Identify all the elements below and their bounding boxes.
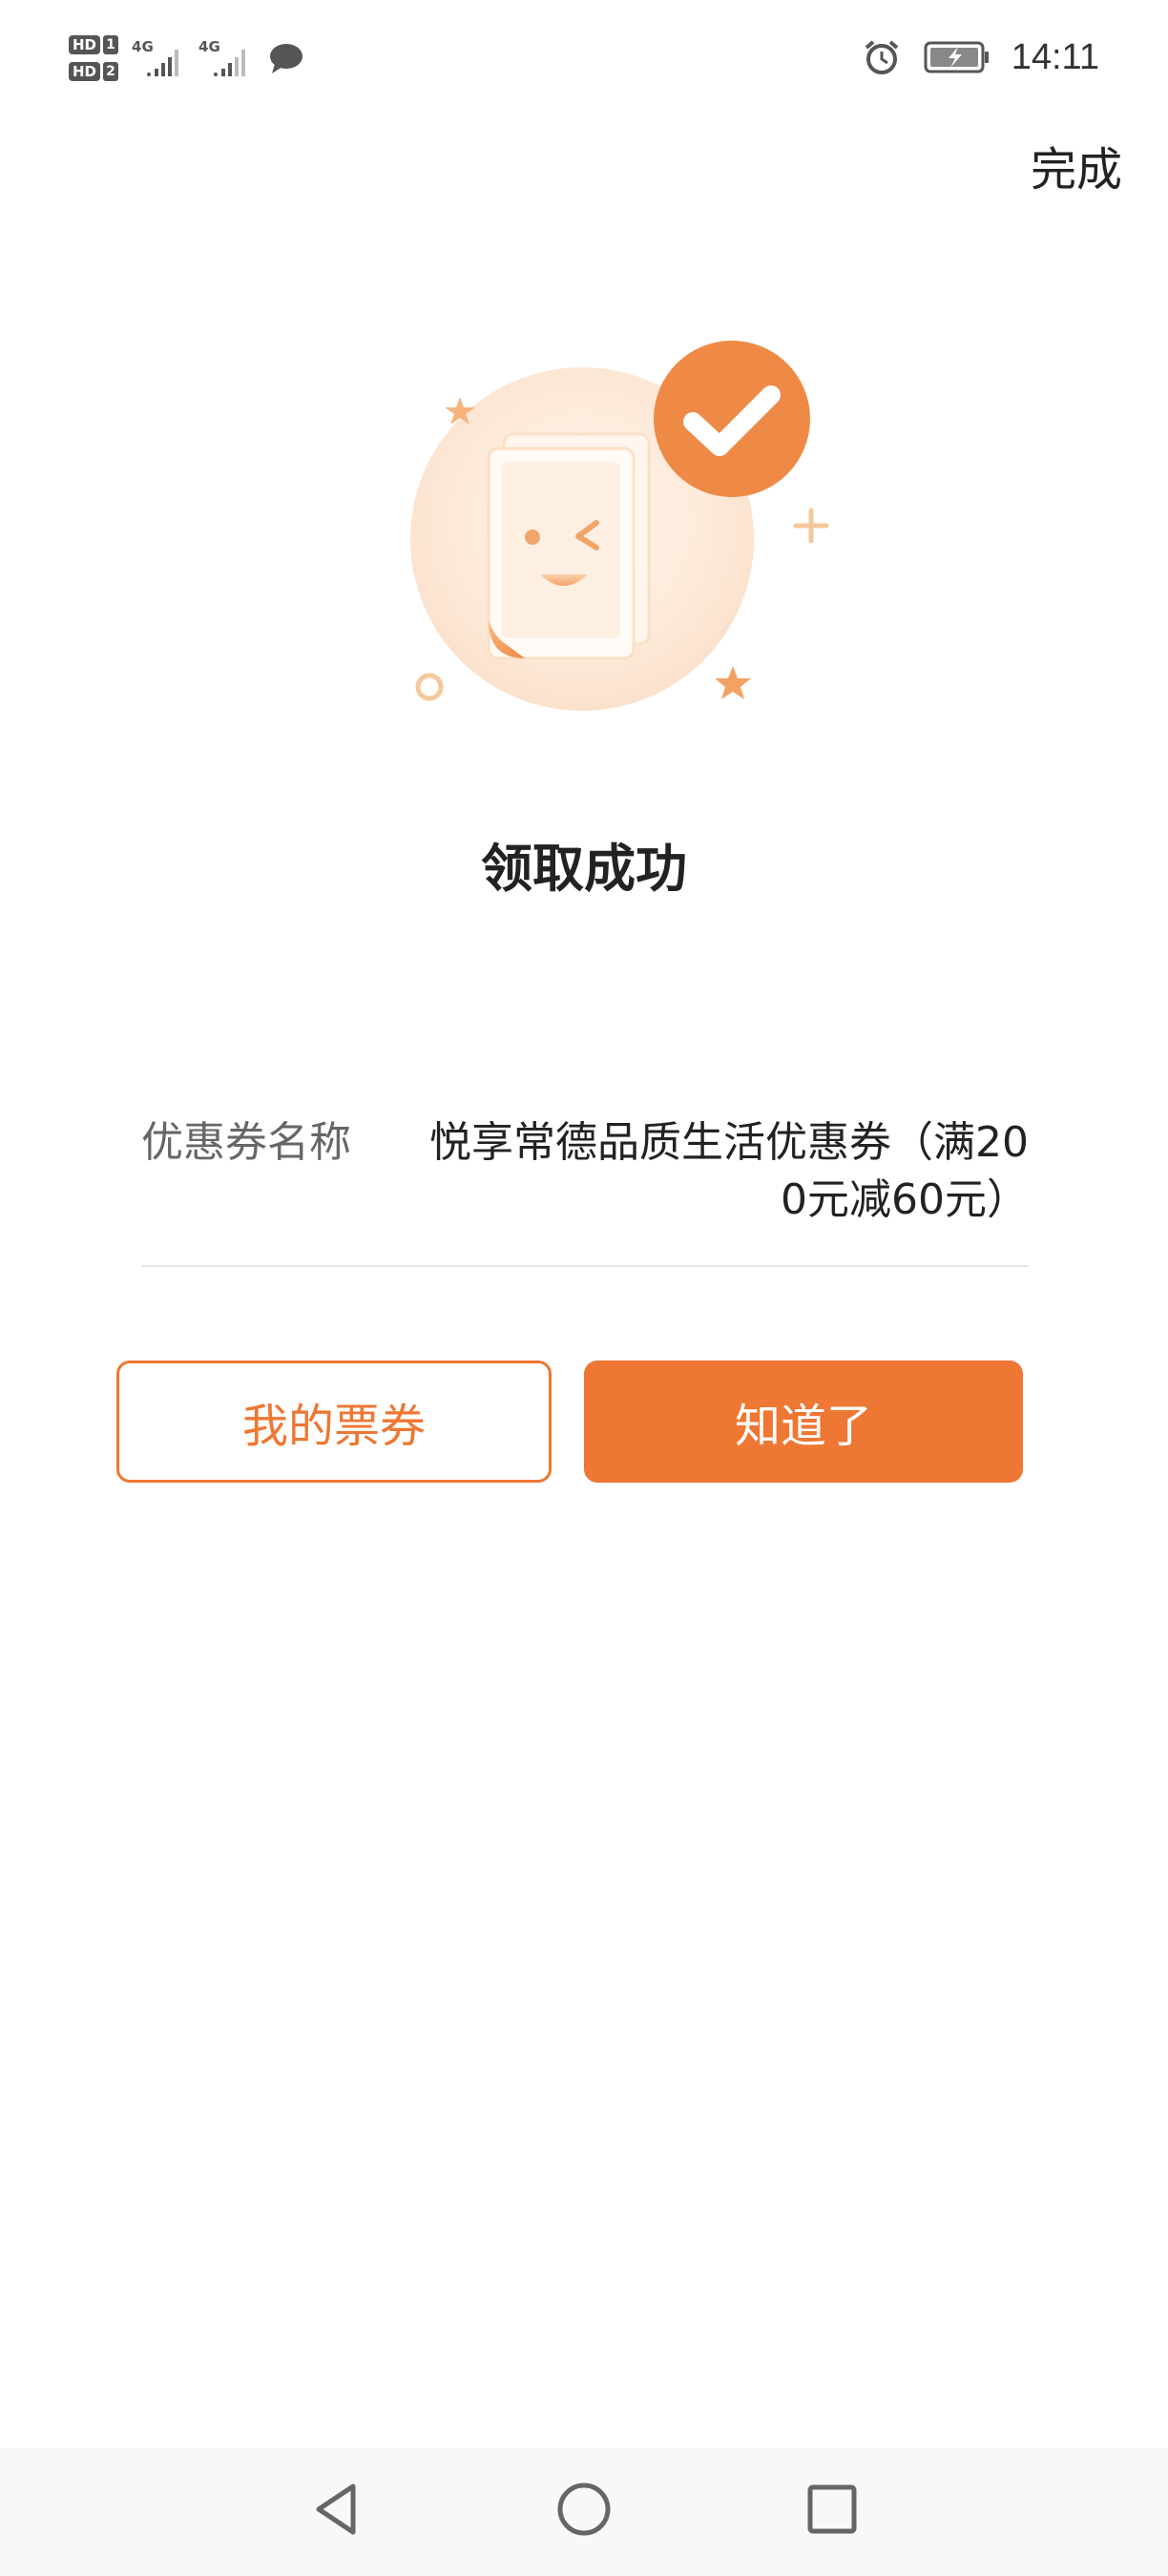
- recents-button[interactable]: [794, 2471, 870, 2547]
- sim-slot: 1: [103, 35, 119, 54]
- alarm-icon: [865, 40, 899, 74]
- system-nav-bar: [0, 2448, 1168, 2576]
- chat-icon: [270, 44, 303, 73]
- sim1-indicator: HD 1: [69, 35, 119, 54]
- coupon-detail-row: 优惠券名称 悦享常德品质生活优惠券（满200元减60元）: [141, 1114, 1029, 1267]
- hd-badge: HD: [69, 62, 101, 81]
- check-badge: [654, 341, 810, 497]
- ring-icon: [415, 673, 444, 701]
- back-icon: [316, 2483, 356, 2535]
- recents-icon: [807, 2484, 857, 2534]
- home-icon: [557, 2483, 611, 2536]
- page-title: 领取成功: [481, 839, 687, 899]
- plus-icon: [793, 508, 829, 544]
- sim-slot: 2: [103, 62, 119, 81]
- status-time: 14:11: [1011, 36, 1099, 77]
- status-right: 14:11: [861, 29, 1099, 86]
- signal-icon: 4G: [132, 32, 185, 84]
- paper-inner: [502, 462, 620, 638]
- coupon-name-value: 悦享常德品质生活优惠券（满200元减60元）: [429, 1118, 1029, 1224]
- face-eye: [525, 530, 540, 545]
- sim-indicators: HD 1 HD 2: [69, 35, 119, 81]
- ok-button[interactable]: 知道了: [584, 1361, 1023, 1483]
- status-left: HD 1 HD 2 4G 4G: [69, 25, 307, 92]
- hd-badge: HD: [69, 35, 101, 54]
- star-icon: [715, 666, 751, 699]
- signal-icon: 4G: [198, 32, 252, 84]
- sim2-indicator: HD 2: [69, 62, 119, 81]
- battery-charging-icon: [924, 41, 989, 73]
- status-bar: HD 1 HD 2 4G 4G 14:11: [0, 0, 1168, 114]
- coupon-success-illustration: [410, 341, 829, 711]
- back-button[interactable]: [298, 2471, 374, 2547]
- done-button[interactable]: 完成: [1031, 132, 1122, 198]
- home-button[interactable]: [546, 2471, 622, 2547]
- coupon-name-label: 优惠券名称: [141, 1118, 351, 1167]
- my-tickets-button[interactable]: 我的票券: [116, 1361, 552, 1483]
